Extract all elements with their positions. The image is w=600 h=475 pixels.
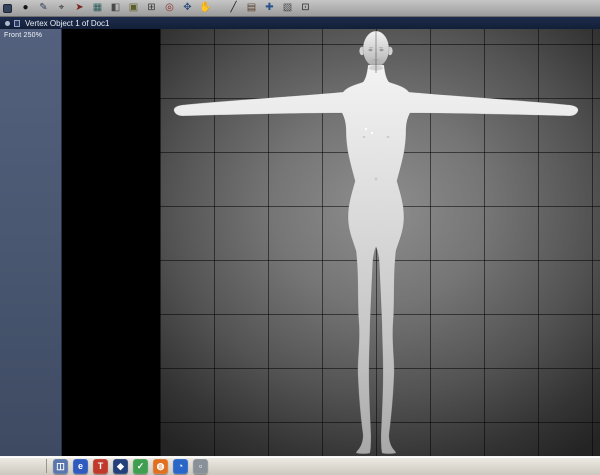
hand-tool-icon[interactable]: ✋ — [198, 1, 213, 15]
cross-tool-icon[interactable]: ✚ — [262, 1, 277, 15]
document-title: Vertex Object 1 of Doc1 — [25, 18, 110, 28]
app-window: ● ✎ ⌖ ➤ ▦ ◧ ▣ ⊞ ◎ ✥ ✋ ╱ ▤ ✚ ▧ ⊡ Vertex O… — [0, 0, 600, 475]
document-titlebar: Vertex Object 1 of Doc1 — [0, 17, 600, 29]
half-square-tool-icon[interactable]: ◧ — [108, 1, 123, 15]
left-panel: Front 250% — [0, 29, 62, 456]
boxed-dot-tool-icon[interactable]: ⊡ — [298, 1, 313, 15]
target-tool-icon[interactable]: ⌖ — [54, 1, 69, 15]
viewport-label: Front 250% — [4, 32, 43, 39]
solid-square-tool-icon[interactable]: ▣ — [126, 1, 141, 15]
window-control-icon[interactable] — [5, 20, 10, 26]
window-menu-icon[interactable] — [3, 3, 12, 13]
app-gray-icon[interactable]: ▫ — [193, 458, 208, 474]
grid-plane — [160, 29, 600, 456]
main-toolbar: ● ✎ ⌖ ➤ ▦ ◧ ▣ ⊞ ◎ ✥ ✋ ╱ ▤ ✚ ▧ ⊡ — [0, 0, 600, 17]
app-firefox-icon[interactable]: ◍ — [153, 458, 168, 474]
viewport-3d[interactable] — [62, 29, 600, 456]
quicklaunch-icons: ◫ e T ◆ ✓ ◍ ◔ ▫ — [53, 458, 208, 474]
star-tool-icon[interactable]: ✥ — [180, 1, 195, 15]
app-globe-icon[interactable]: ◔ — [173, 458, 188, 474]
arrow-tool-icon[interactable]: ➤ — [72, 1, 87, 15]
app-text-icon[interactable]: T — [93, 458, 108, 474]
line-tool-icon[interactable]: ╱ — [226, 1, 241, 15]
tool-group: ● ✎ ⌖ ➤ ▦ ◧ ▣ ⊞ ◎ ✥ ✋ ╱ ▤ ✚ ▧ ⊡ — [18, 1, 313, 15]
os-taskbar: ◫ e T ◆ ✓ ◍ ◔ ▫ — [0, 456, 600, 475]
human-model[interactable] — [160, 29, 600, 456]
app-browser-icon[interactable]: e — [73, 458, 88, 474]
quicklaunch-divider — [46, 459, 47, 473]
plus-square-tool-icon[interactable]: ⊞ — [144, 1, 159, 15]
document-icon — [14, 19, 20, 27]
select-tool-icon[interactable]: ● — [18, 1, 33, 15]
main-area: Front 250% — [0, 29, 600, 456]
rows-tool-icon[interactable]: ▤ — [244, 1, 259, 15]
grid-tool-icon[interactable]: ▦ — [90, 1, 105, 15]
app-dark-icon[interactable]: ◆ — [113, 458, 128, 474]
app-notes-icon[interactable]: ✓ — [133, 458, 148, 474]
bullseye-tool-icon[interactable]: ◎ — [162, 1, 177, 15]
hatch-tool-icon[interactable]: ▧ — [280, 1, 295, 15]
model-body — [173, 64, 579, 455]
app-window-icon[interactable]: ◫ — [53, 458, 68, 474]
pen-tool-icon[interactable]: ✎ — [36, 1, 51, 15]
